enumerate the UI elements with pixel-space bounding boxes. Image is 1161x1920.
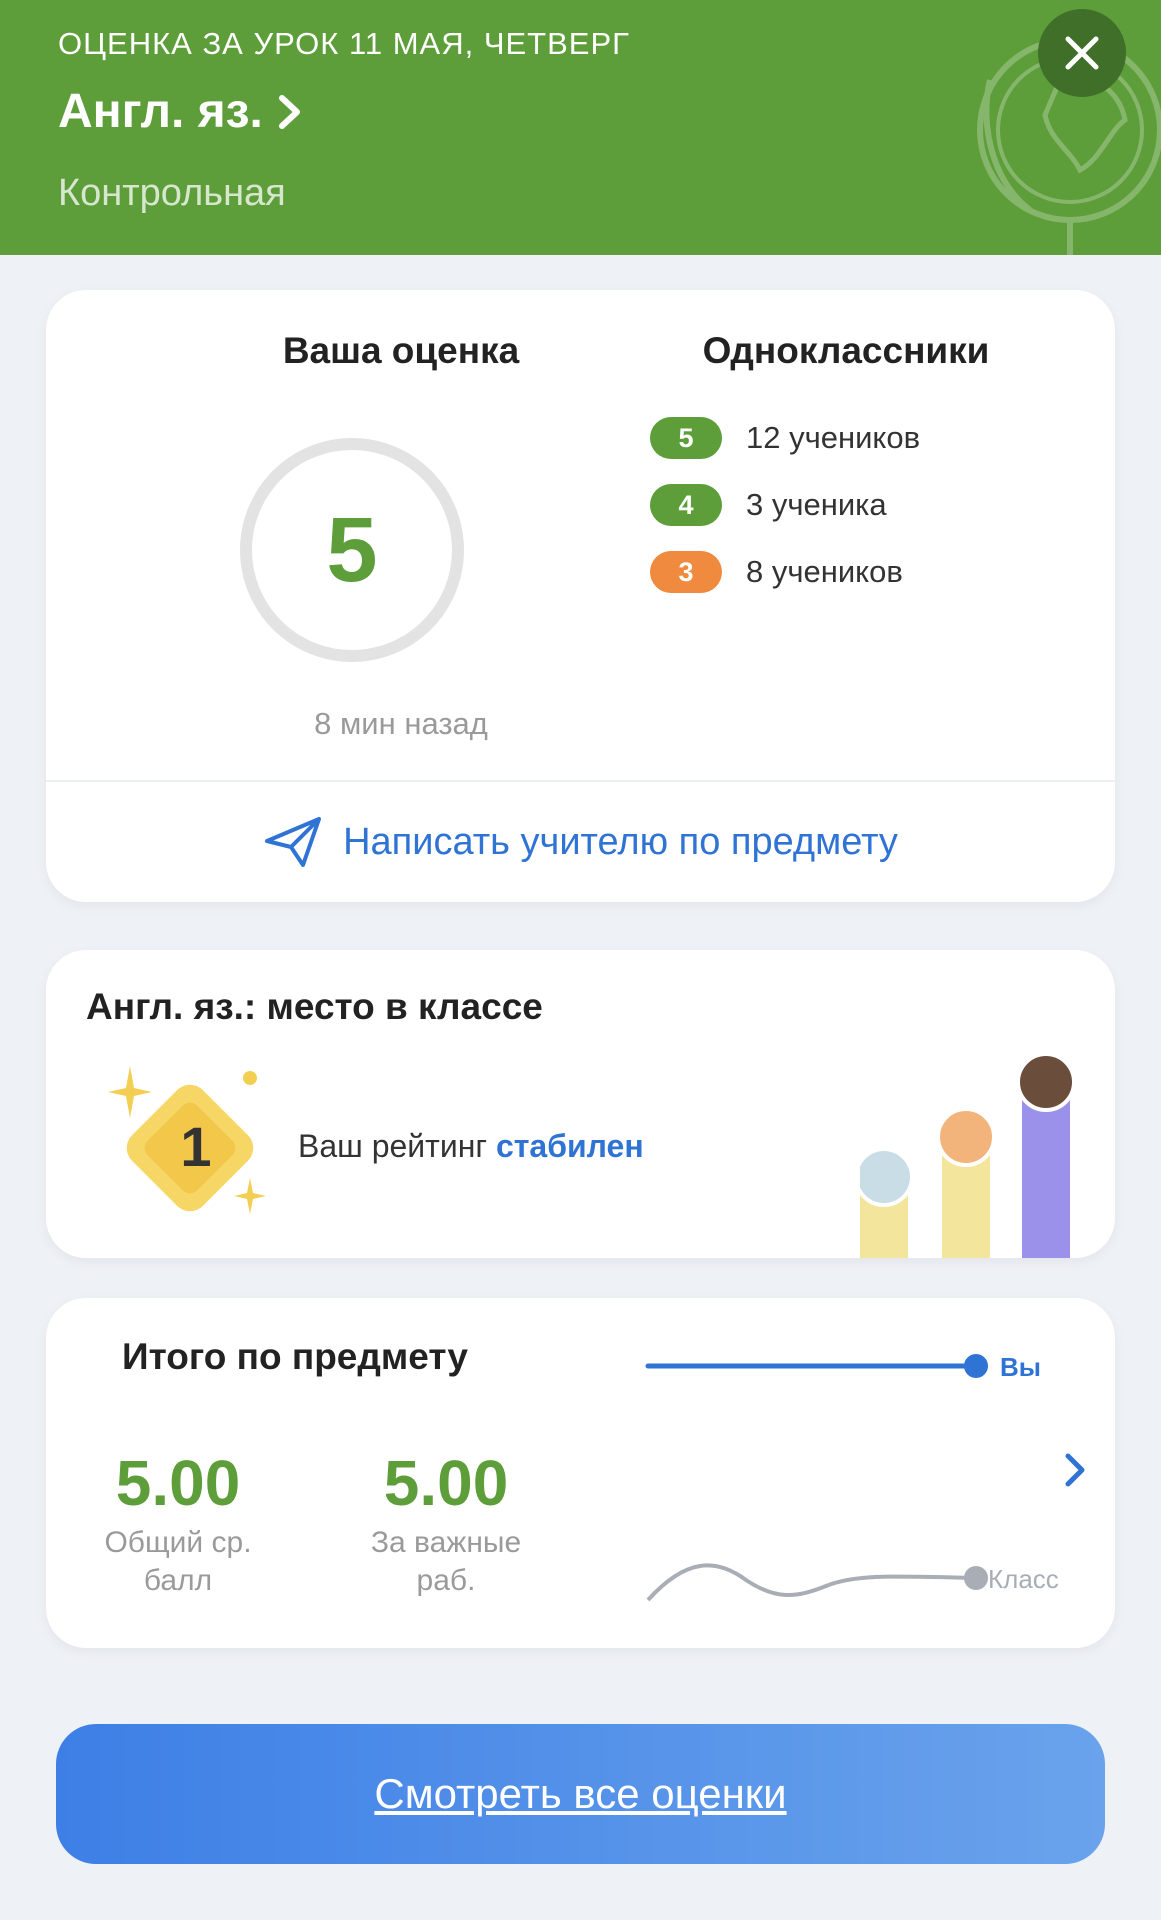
you-point <box>964 1354 988 1378</box>
avg-score-label-2: балл <box>143 1564 213 1597</box>
distribution-row: 5 12 учеников <box>650 414 920 462</box>
avg-score-stat: 5.00 Общий ср. балл <box>78 1446 278 1600</box>
avatar <box>1016 1052 1076 1112</box>
student-count: 3 ученика <box>746 487 887 522</box>
rating-text: Ваш рейтинг стабилен <box>298 1128 644 1165</box>
lesson-header: ОЦЕНКА ЗА УРОК 11 МАЯ, ЧЕТВЕРГ Англ. яз.… <box>0 0 1161 255</box>
your-grade-title: Ваша оценка <box>282 330 520 371</box>
important-score-value: 5.00 <box>383 1447 509 1519</box>
important-score-label-2: раб. <box>416 1564 476 1597</box>
rank-title: Англ. яз.: место в классе <box>86 986 543 1027</box>
close-icon <box>1065 36 1099 70</box>
student-count: 12 учеников <box>746 420 921 455</box>
grade-value: 5 <box>326 498 378 601</box>
subject-title: Англ. яз. <box>58 85 263 138</box>
send-icon <box>265 817 322 867</box>
classmates-distribution: 5 12 учеников 4 3 ученика 3 8 учеников <box>650 414 920 615</box>
view-all-grades-button[interactable]: Смотреть все оценки <box>56 1724 1105 1864</box>
chevron-right-icon[interactable] <box>1060 1450 1090 1490</box>
class-line <box>646 1563 977 1602</box>
rank-podium <box>860 1052 1076 1258</box>
grade-badge: 4 <box>650 484 722 526</box>
rank-place: 1 <box>180 1115 212 1178</box>
trend-chart: Вы Класс <box>645 1352 1059 1602</box>
you-label: Вы <box>1000 1352 1041 1382</box>
write-teacher-button[interactable]: Написать учителю по предмету <box>46 782 1115 902</box>
write-teacher-label: Написать учителю по предмету <box>343 820 898 863</box>
rating-status: стабилен <box>495 1128 644 1164</box>
class-label: Класс <box>988 1564 1059 1594</box>
rating-prefix: Ваш рейтинг <box>298 1128 488 1164</box>
important-score-label-1: За важные <box>370 1526 522 1559</box>
student-count: 8 учеников <box>746 554 903 589</box>
close-button[interactable] <box>1038 9 1126 97</box>
total-title: Итого по предмету <box>122 1336 468 1377</box>
distribution-row: 3 8 учеников <box>650 548 920 596</box>
subject-total-card[interactable]: Итого по предмету 5.00 Общий ср. балл 5.… <box>46 1298 1115 1648</box>
classmates-title: Одноклассники <box>702 330 990 371</box>
grade-ring: 5 <box>240 438 464 662</box>
chevron-right-icon <box>278 94 300 129</box>
avatar <box>860 1147 914 1207</box>
view-all-grades-label: Смотреть все оценки <box>374 1770 787 1817</box>
rank-card[interactable]: Англ. яз.: место в классе 1 Ваш рейтинг … <box>46 950 1115 1258</box>
subject-link[interactable]: Англ. яз. <box>58 84 305 139</box>
grade-badge: 3 <box>650 551 722 593</box>
distribution-row: 4 3 ученика <box>650 481 920 529</box>
avg-score-value: 5.00 <box>115 1447 241 1519</box>
lesson-date: ОЦЕНКА ЗА УРОК 11 МАЯ, ЧЕТВЕРГ <box>58 26 630 61</box>
important-score-stat: 5.00 За важные раб. <box>346 1446 546 1600</box>
lesson-type: Контрольная <box>58 172 286 214</box>
grade-badge: 5 <box>650 417 722 459</box>
class-point <box>964 1566 988 1590</box>
avg-score-label-1: Общий ср. <box>104 1526 252 1559</box>
avatar <box>936 1107 996 1167</box>
grade-card: Ваша оценка Одноклассники 5 8 мин назад … <box>46 290 1115 902</box>
grade-time: 8 мин назад <box>314 706 488 741</box>
